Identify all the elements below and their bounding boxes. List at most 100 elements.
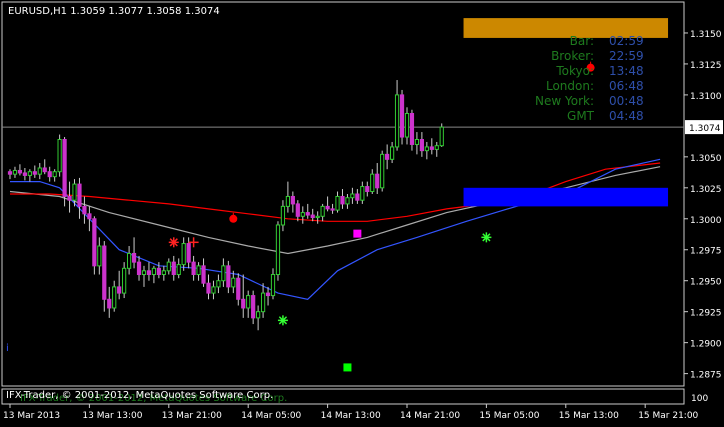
bull-candle-body <box>380 153 385 189</box>
candle <box>62 137 67 207</box>
signal-magenta-square <box>353 229 362 238</box>
candle <box>385 144 390 170</box>
candle <box>424 141 429 160</box>
candle <box>141 265 147 287</box>
bear-candle-body <box>355 193 360 201</box>
candle <box>340 189 345 209</box>
candle <box>305 203 310 219</box>
info-value-london: 06:48 <box>609 79 644 93</box>
y-tick-label: 1.2950 <box>690 278 722 288</box>
bull-candle-body <box>350 193 355 199</box>
bull-candle-body <box>360 186 365 201</box>
y-tick-label: 1.3050 <box>690 154 722 164</box>
candle <box>434 141 439 157</box>
bull-candle-body <box>176 264 181 276</box>
chart-root: 1.3150 1.3125 1.3100 1.3074 1.3050 1.3025 1.30… <box>0 0 724 423</box>
info-label-bar: Bar: <box>570 34 594 48</box>
candle <box>394 80 400 151</box>
info-value-gmt: 04:48 <box>609 109 644 123</box>
candle <box>285 181 291 213</box>
candle <box>211 280 216 300</box>
bear-candle-body <box>131 252 137 263</box>
info-value-newyork: 00:48 <box>609 94 644 108</box>
candle <box>166 258 171 275</box>
bear-candle-body <box>156 267 161 276</box>
candles <box>7 80 444 331</box>
bull-candle-body <box>285 195 291 207</box>
signal-green-square <box>343 363 352 372</box>
bear-candle-body <box>171 261 176 276</box>
candle <box>365 181 370 197</box>
info-panel: Bar: Broker: Tokyo: London: New York: GM… <box>535 34 644 123</box>
bear-candle-body <box>67 195 72 201</box>
left-marker: i <box>6 343 9 354</box>
bear-candle-body <box>87 213 92 220</box>
candle <box>216 274 221 294</box>
candle <box>67 181 72 213</box>
candle <box>12 166 18 178</box>
price-chart[interactable]: 1.3150 1.3125 1.3100 1.3074 1.3050 1.3025 1.30… <box>0 0 724 423</box>
candle <box>265 286 271 306</box>
candle <box>181 237 186 271</box>
price-axis: 1.3150 1.3125 1.3100 1.3074 1.3050 1.3025 1.30… <box>684 30 723 381</box>
bull-candle-body <box>246 295 251 309</box>
candle <box>375 163 380 194</box>
bear-candle-body <box>47 171 52 178</box>
bear-candle-body <box>409 112 415 145</box>
bull-candle-body <box>275 224 281 276</box>
bear-candle-body <box>241 298 246 309</box>
bull-candle-body <box>260 292 266 313</box>
candle <box>77 177 82 219</box>
bull-candle-body <box>141 270 147 276</box>
candle <box>126 246 132 275</box>
bear-candle-body <box>226 265 231 288</box>
bull-candle-body <box>370 173 375 193</box>
bull-candle-body <box>151 267 157 276</box>
bull-candle-body <box>27 171 32 176</box>
bull-candle-body <box>221 265 226 282</box>
x-tick-label: 13 Mar 2013 <box>3 411 60 421</box>
signals <box>168 61 595 372</box>
bear-candle-body <box>7 171 13 175</box>
candle <box>370 169 375 194</box>
y-tick-label: 1.2900 <box>690 340 722 350</box>
candle <box>136 255 142 281</box>
x-tick-label: 15 Mar 05:00 <box>479 411 539 421</box>
candle <box>414 132 420 155</box>
candle <box>330 203 335 214</box>
subwindow-scale-label: 100 <box>691 394 708 404</box>
y-tick-label: 1.2875 <box>690 371 722 381</box>
bear-candle-body <box>330 208 335 211</box>
bull-candle-body <box>394 94 400 148</box>
info-value-broker: 22:59 <box>609 49 644 63</box>
bull-candle-body <box>280 205 286 226</box>
bear-candle-body <box>201 265 206 284</box>
bear-candle-body <box>17 169 23 174</box>
candle <box>42 159 47 175</box>
bear-candle-body <box>340 195 345 205</box>
info-label-tokyo: Tokyo: <box>555 64 594 78</box>
y-tick-label: 1.3125 <box>690 61 722 71</box>
info-label-broker: Broker: <box>551 49 594 63</box>
candle <box>57 134 62 177</box>
bull-candle-body <box>112 286 117 309</box>
candle <box>246 290 251 318</box>
bull-candle-body <box>231 277 236 288</box>
candle <box>335 191 340 213</box>
bull-candle-body <box>320 205 325 217</box>
candle <box>389 141 395 164</box>
candle <box>37 163 42 180</box>
x-tick-label: 15 Mar 21:00 <box>638 411 698 421</box>
bull-candle-body <box>439 126 444 147</box>
candle <box>196 262 201 281</box>
bull-candle-body <box>57 138 62 173</box>
bear-candle-body <box>191 261 196 276</box>
candle <box>206 274 211 300</box>
bull-candle-body <box>256 311 261 319</box>
candle <box>310 208 315 222</box>
candle <box>151 265 157 284</box>
bear-candle-body <box>107 298 112 309</box>
candle <box>429 138 434 155</box>
bull-candle-body <box>211 286 216 294</box>
x-tick-label: 13 Mar 13:00 <box>82 411 142 421</box>
